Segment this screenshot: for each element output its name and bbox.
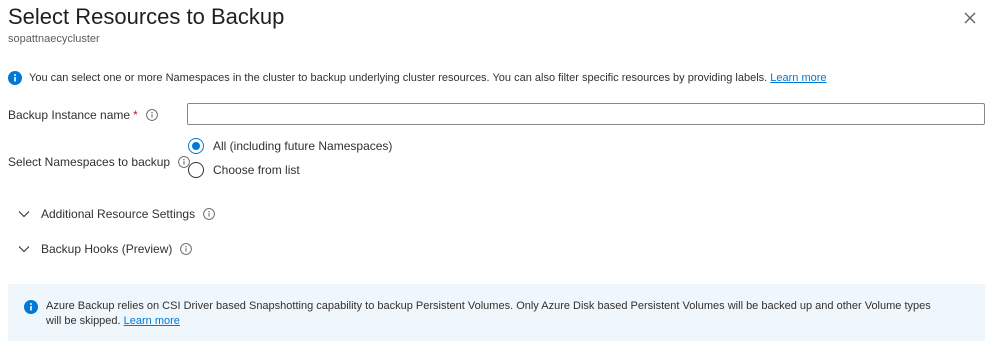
info-icon <box>24 300 38 314</box>
required-mark: * <box>133 108 138 122</box>
help-circle-icon[interactable] <box>203 208 215 220</box>
info-message: You can select one or more Namespaces in… <box>8 71 827 85</box>
instance-name-label-text: Backup Instance name <box>8 108 131 122</box>
help-circle-icon[interactable] <box>180 243 193 255</box>
radio-all-label: All (including future Namespaces) <box>213 139 393 153</box>
backup-hooks-expander[interactable]: Backup Hooks (Preview) <box>18 242 193 256</box>
banner-learn-more-link[interactable]: Learn more <box>124 315 180 327</box>
info-learn-more-link[interactable]: Learn more <box>770 72 826 84</box>
radio-all-namespaces[interactable]: All (including future Namespaces) <box>188 138 392 154</box>
banner-text: Azure Backup relies on CSI Driver based … <box>46 299 946 329</box>
backup-instance-name-input[interactable] <box>187 103 985 125</box>
chevron-down-icon <box>18 246 30 253</box>
instance-name-label: Backup Instance name * <box>8 108 158 122</box>
panel-title: Select Resources to Backup <box>8 4 285 29</box>
radio-checked-icon <box>188 138 204 154</box>
close-icon <box>964 12 976 24</box>
panel-subtitle: sopattnaecycluster <box>8 33 100 45</box>
info-banner: Azure Backup relies on CSI Driver based … <box>8 284 985 341</box>
chevron-down-icon <box>18 211 30 218</box>
backup-hooks-label: Backup Hooks (Preview) <box>41 242 173 256</box>
additional-resource-settings-label: Additional Resource Settings <box>41 207 196 221</box>
additional-resource-settings-expander[interactable]: Additional Resource Settings <box>18 207 215 221</box>
info-icon <box>8 71 22 85</box>
close-button[interactable] <box>960 8 980 28</box>
info-text: You can select one or more Namespaces in… <box>29 72 768 84</box>
help-circle-icon[interactable] <box>145 109 158 121</box>
namespaces-label: Select Namespaces to backup <box>8 155 190 169</box>
radio-choose-from-list[interactable]: Choose from list <box>188 162 300 178</box>
namespaces-label-text: Select Namespaces to backup <box>8 155 171 169</box>
radio-unchecked-icon <box>188 162 204 178</box>
radio-list-label: Choose from list <box>213 163 300 177</box>
